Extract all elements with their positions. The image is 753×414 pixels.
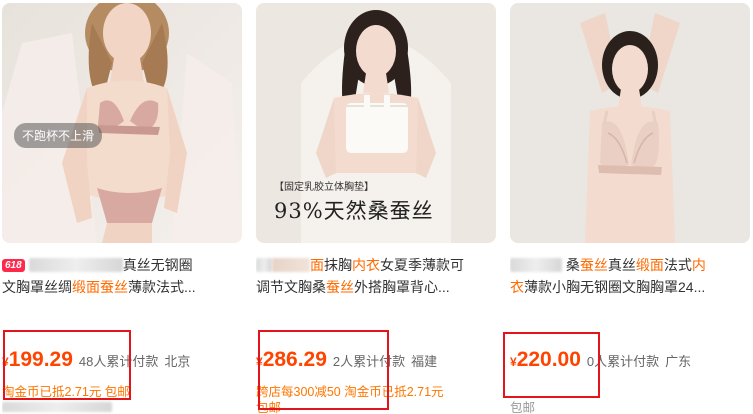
sales-count: 0人累计付款 bbox=[586, 354, 660, 369]
product-image[interactable] bbox=[510, 3, 750, 243]
currency-symbol: ¥ bbox=[2, 355, 9, 369]
product-photo bbox=[510, 3, 750, 243]
product-image[interactable]: 不跑杯不上滑 bbox=[2, 3, 242, 243]
product-title[interactable]: 桑蚕丝真丝缎面法式内 衣薄款小胸无钢圈文胸胸罩24... bbox=[510, 254, 750, 298]
currency-symbol: ¥ bbox=[256, 355, 263, 369]
promo-text-line2: 包邮 bbox=[256, 401, 282, 414]
image-caption-small: 【固定乳胶立体胸垫】 bbox=[274, 182, 374, 193]
product-card[interactable]: 不跑杯不上滑 618 真丝无钢圈 文胸罩丝绸缎面蚕丝薄款法式... ¥199.29… bbox=[2, 0, 242, 414]
ship-location: 福建 bbox=[411, 354, 438, 369]
product-card[interactable]: 【固定乳胶立体胸垫】 93%天然桑蚕丝 面抹胸内衣女夏季薄款可 调节文胸桑蚕丝外… bbox=[256, 0, 496, 414]
promo-text: 跨店每300减50 淘金币已抵2.71元 bbox=[256, 385, 444, 399]
image-tag-label: 不跑杯不上滑 bbox=[14, 123, 103, 148]
redacted-text bbox=[256, 258, 272, 272]
sales-count: 48人累计付款 bbox=[78, 354, 159, 369]
price: 220.00 bbox=[516, 348, 581, 371]
product-grid: 不跑杯不上滑 618 真丝无钢圈 文胸罩丝绸缎面蚕丝薄款法式... ¥199.29… bbox=[0, 0, 753, 414]
product-title[interactable]: 面抹胸内衣女夏季薄款可 调节文胸桑蚕丝外搭胸罩背心... bbox=[256, 254, 496, 298]
product-card[interactable]: 桑蚕丝真丝缎面法式内 衣薄款小胸无钢圈文胸胸罩24... ¥220.00 0人累计… bbox=[510, 0, 750, 414]
currency-symbol: ¥ bbox=[510, 355, 517, 369]
redacted-text bbox=[28, 258, 123, 272]
promo-text: 包邮 bbox=[510, 401, 536, 414]
price: 199.29 bbox=[8, 348, 73, 371]
sales-count: 2人累计付款 bbox=[332, 354, 406, 369]
image-caption-big: 93%天然桑蚕丝 bbox=[274, 199, 434, 223]
product-image[interactable]: 【固定乳胶立体胸垫】 93%天然桑蚕丝 bbox=[256, 3, 496, 243]
redacted-text bbox=[510, 258, 562, 272]
price: 286.29 bbox=[262, 348, 327, 371]
price-row: ¥220.00 0人累计付款 广东 bbox=[510, 348, 750, 378]
product-title[interactable]: 618 真丝无钢圈 文胸罩丝绸缎面蚕丝薄款法式... bbox=[2, 254, 242, 298]
promo-text: 淘金币已抵2.71元 包邮 bbox=[2, 385, 130, 399]
ship-location: 广东 bbox=[665, 354, 692, 369]
ship-location: 北京 bbox=[164, 354, 191, 369]
promo-618-badge: 618 bbox=[2, 259, 25, 272]
price-row: ¥199.29 48人累计付款 北京 bbox=[2, 348, 242, 378]
price-row: ¥286.29 2人累计付款 福建 bbox=[256, 348, 496, 378]
promo-text-cutoff bbox=[2, 400, 112, 414]
